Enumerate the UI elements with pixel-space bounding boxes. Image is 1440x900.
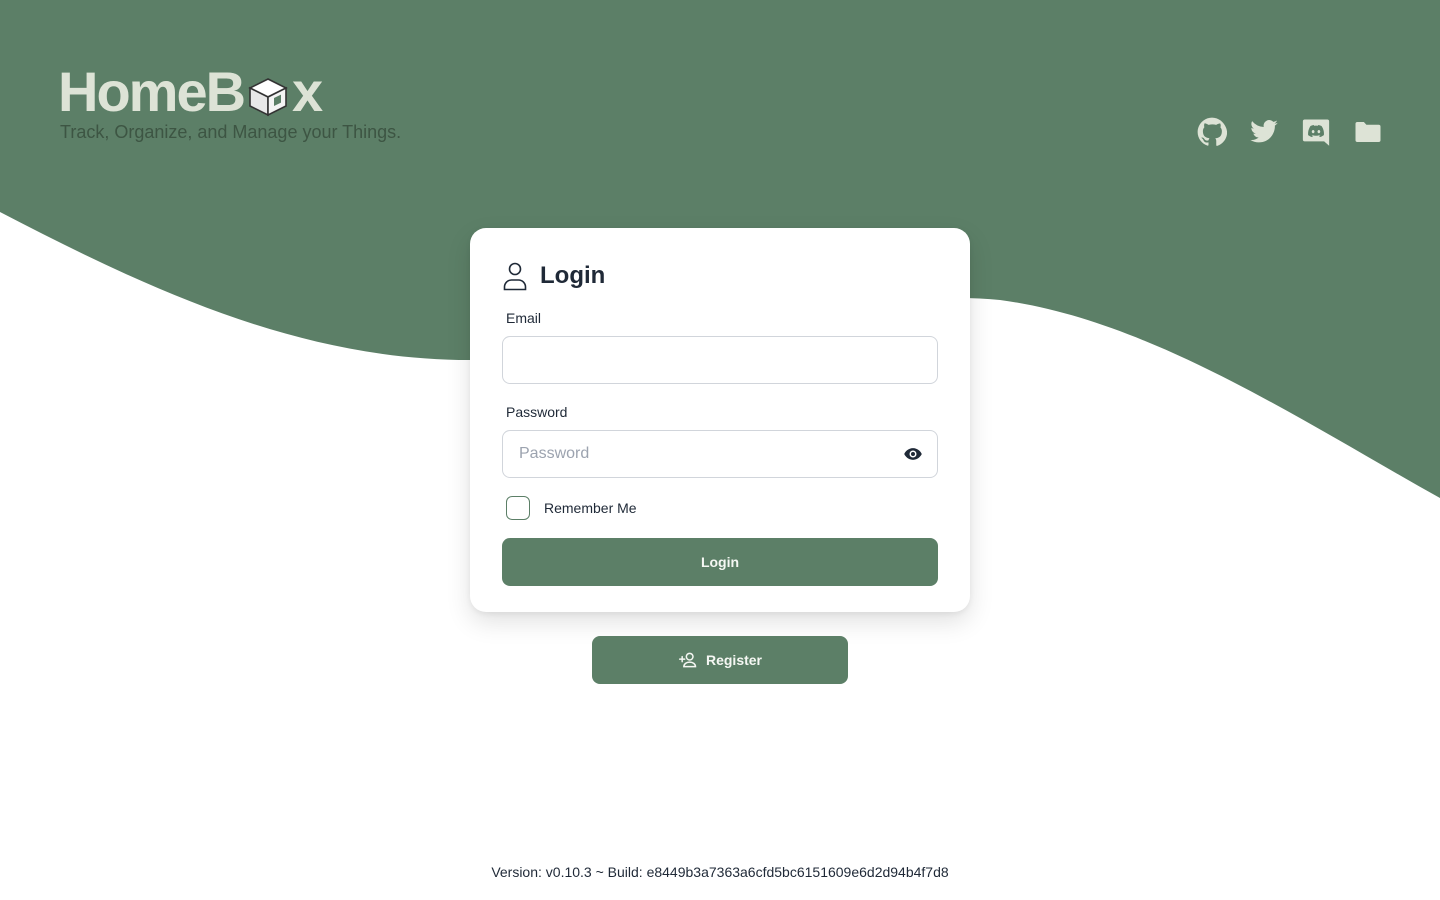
email-input[interactable] (502, 336, 938, 384)
discord-icon[interactable] (1300, 116, 1332, 148)
login-title: Login (540, 262, 606, 289)
register-button[interactable]: Register (592, 636, 848, 684)
logo-text-start: HomeB (58, 60, 246, 123)
password-label: Password (506, 404, 568, 420)
remember-me-row: Remember Me (502, 494, 938, 522)
password-input[interactable] (502, 430, 938, 478)
login-card: Login Email Password Remember Me Login (470, 228, 970, 612)
user-plus-icon (678, 652, 697, 668)
box-logo-icon (246, 70, 290, 117)
remember-me-checkbox[interactable] (506, 496, 530, 520)
login-card-header: Login (502, 260, 938, 292)
email-label: Email (506, 310, 542, 326)
page-header: HomeB x Track, Organize, and Manage your… (0, 0, 1440, 180)
user-icon (503, 262, 527, 291)
tagline: Track, Organize, and Manage your Things. (60, 122, 402, 142)
remember-me-label: Remember Me (544, 500, 637, 516)
github-icon[interactable] (1196, 116, 1228, 148)
show-password-eye-icon[interactable] (902, 443, 924, 465)
register-label: Register (705, 652, 763, 668)
password-field-wrapper (502, 430, 938, 478)
homebox-logo[interactable]: HomeB x (58, 60, 323, 123)
social-links (1196, 116, 1384, 148)
folder-icon[interactable] (1352, 116, 1384, 148)
login-button[interactable]: Login (502, 538, 938, 586)
twitter-icon[interactable] (1248, 116, 1280, 148)
logo-text-end: x (292, 60, 323, 123)
version-footer: Version: v0.10.3 ~ Build: e8449b3a7363a6… (491, 864, 949, 880)
